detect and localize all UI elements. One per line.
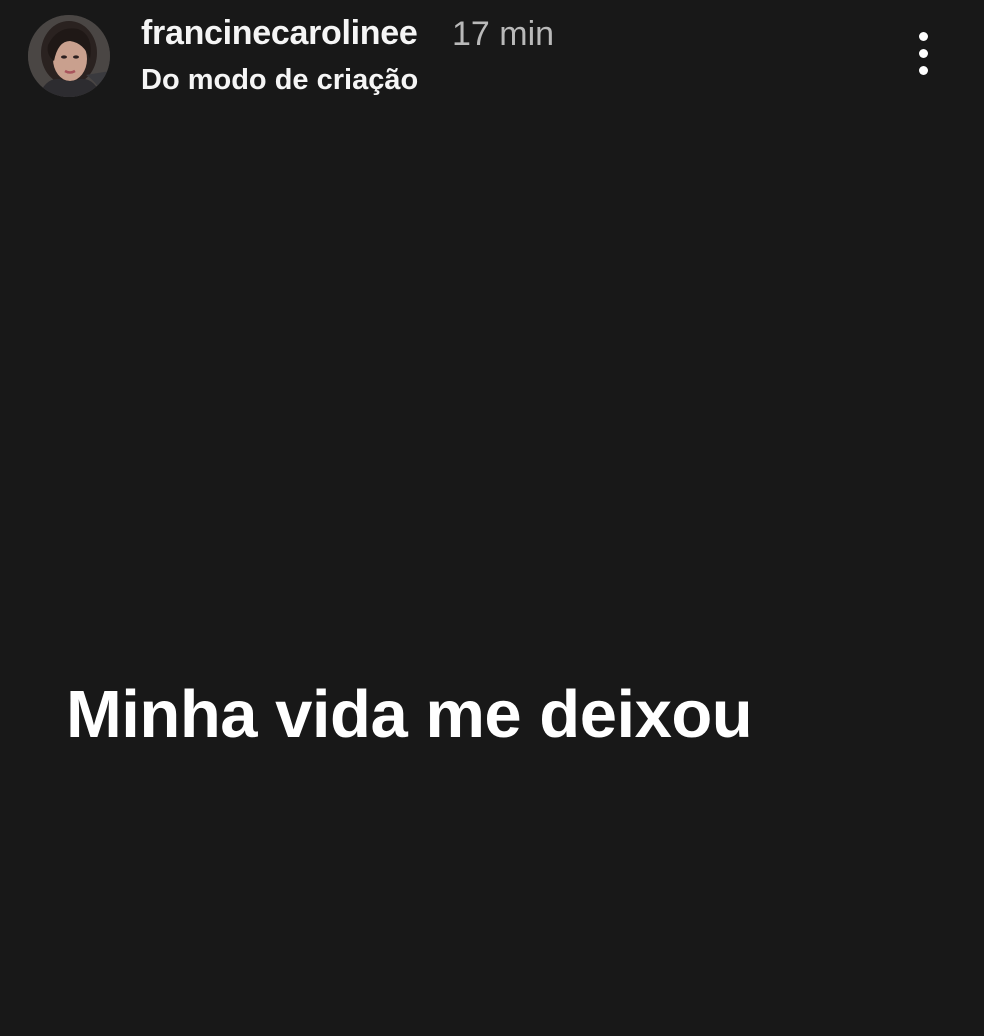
post-time: 17 min — [452, 15, 555, 53]
vertical-dots-icon — [919, 32, 928, 41]
profile-photo-icon — [28, 15, 110, 97]
story-view[interactable]: francinecarolinee 17 min Do modo de cria… — [0, 0, 984, 1036]
avatar[interactable] — [28, 15, 110, 97]
story-caption: Minha vida me deixou — [66, 677, 753, 752]
more-options-button[interactable] — [904, 28, 944, 80]
username[interactable]: francinecarolinee — [141, 14, 418, 53]
story-header: francinecarolinee 17 min Do modo de cria… — [0, 0, 984, 110]
story-source-label[interactable]: Do modo de criação — [141, 64, 418, 97]
